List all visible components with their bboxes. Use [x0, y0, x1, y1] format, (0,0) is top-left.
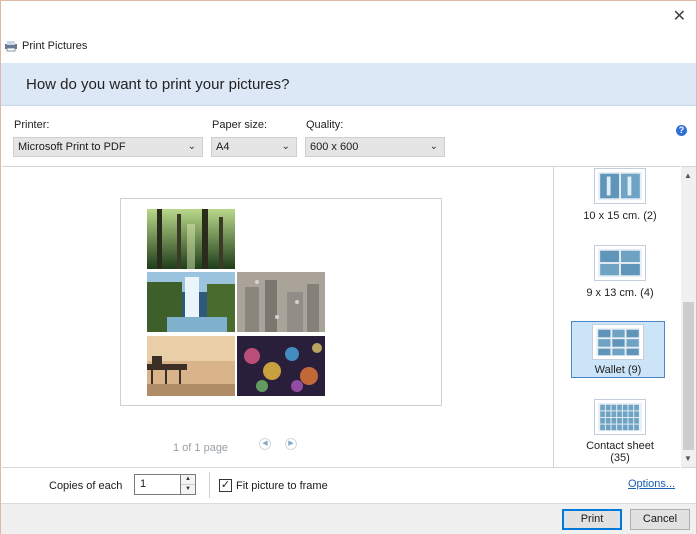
help-icon[interactable]: ? [676, 125, 687, 136]
layout-scrollbar[interactable]: ▲ ▼ [681, 166, 696, 468]
fit-picture-label[interactable]: Fit picture to frame [236, 480, 328, 492]
scroll-up-icon[interactable]: ▲ [684, 171, 692, 180]
stepper-up-icon[interactable]: ▲ [181, 475, 195, 484]
prev-page-icon[interactable]: ◀ [259, 438, 271, 450]
layout-contact-sheet-thumbnail [594, 399, 646, 435]
layout-9x13-label: 9 x 13 cm. (4) [586, 287, 654, 299]
layout-item-wallet[interactable]: Wallet (9) [571, 321, 665, 378]
bokeh-lights-photo [237, 336, 325, 396]
chevron-down-icon: ⌄ [429, 141, 438, 152]
pier-sunset-photo [147, 336, 235, 396]
chevron-down-icon: ⌄ [281, 141, 290, 152]
forest-photo [147, 209, 235, 269]
checkmark-icon: ✓ [220, 479, 231, 491]
close-icon[interactable]: ✕ [673, 6, 686, 26]
title-bar: Print Pictures [4, 37, 87, 55]
banner-question: How do you want to print your pictures? [26, 76, 290, 93]
printer-value: Microsoft Print to PDF [18, 141, 126, 153]
city-rain-photo [237, 272, 325, 332]
options-link[interactable]: Options... [628, 478, 675, 490]
copies-input[interactable]: 1 [134, 474, 181, 495]
quality-select[interactable]: 600 x 600 ⌄ [305, 137, 445, 157]
scrollbar-thumb[interactable] [683, 302, 694, 450]
printer-icon [5, 41, 17, 52]
printer-label: Printer: [14, 119, 50, 131]
layout-contact-sheet-count: (35) [610, 452, 630, 464]
fit-picture-checkbox[interactable]: ✓ [219, 479, 232, 492]
layout-item-9x13[interactable]: 9 x 13 cm. (4) [567, 245, 673, 299]
paper-size-select[interactable]: A4 ⌄ [211, 137, 297, 157]
printer-select[interactable]: Microsoft Print to PDF ⌄ [13, 137, 203, 157]
layout-10x15-thumbnail [594, 168, 646, 204]
next-page-icon[interactable]: ▶ [285, 438, 297, 450]
print-button[interactable]: Print [562, 509, 622, 530]
stepper-down-icon[interactable]: ▼ [181, 484, 195, 494]
layout-item-10x15[interactable]: 10 x 15 cm. (2) [567, 168, 673, 222]
layout-contact-sheet-label: Contact sheet [586, 440, 654, 452]
paper-size-label: Paper size: [212, 119, 268, 131]
quality-value: 600 x 600 [310, 141, 359, 153]
waterfall-photo [147, 272, 235, 332]
copies-stepper[interactable]: ▲ ▼ [181, 474, 196, 495]
chevron-down-icon: ⌄ [187, 141, 196, 152]
layout-9x13-thumbnail [594, 245, 646, 281]
question-banner: How do you want to print your pictures? [1, 63, 696, 106]
layout-item-contact-sheet[interactable]: Contact sheet (35) [567, 399, 673, 464]
window-title: Print Pictures [22, 40, 88, 52]
scroll-down-icon[interactable]: ▼ [684, 454, 692, 463]
layout-10x15-label: 10 x 15 cm. (2) [583, 210, 657, 222]
print-pictures-window: ✕ Print Pictures How do you want to prin… [0, 0, 697, 534]
paper-size-value: A4 [216, 141, 230, 153]
divider [209, 472, 210, 498]
page-info: 1 of 1 page [173, 442, 229, 454]
layout-wallet-label: Wallet (9) [594, 364, 642, 376]
cancel-button[interactable]: Cancel [630, 509, 690, 530]
quality-label: Quality: [306, 119, 344, 131]
layout-wallet-thumbnail [592, 324, 644, 360]
copies-label: Copies of each [49, 480, 123, 492]
